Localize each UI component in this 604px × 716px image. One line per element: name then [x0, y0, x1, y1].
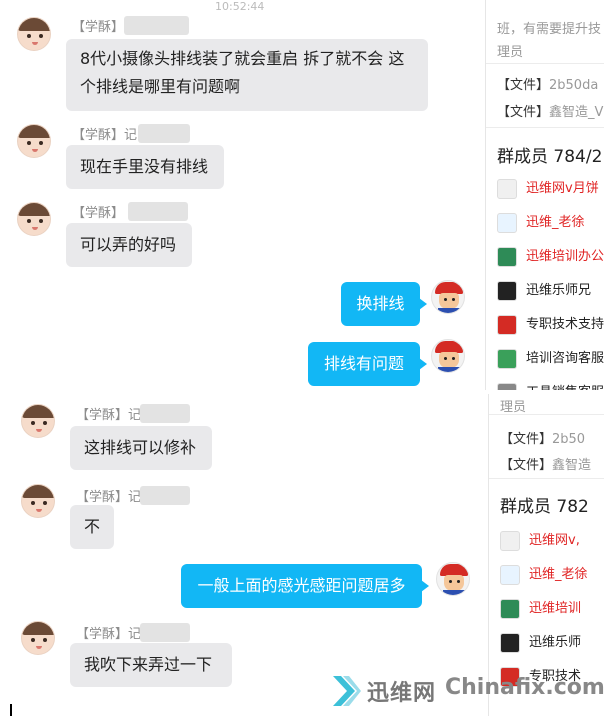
redacted-name	[140, 404, 190, 423]
redacted-name	[124, 16, 189, 35]
redacted-name	[140, 623, 190, 642]
divider	[486, 63, 604, 64]
message-text: 8代小摄像头排线装了就会重启 拆了就不会 这	[80, 49, 405, 68]
message-bubble[interactable]: 8代小摄像头排线装了就会重启 拆了就不会 这 个排线是哪里有问题啊	[66, 39, 428, 111]
file-name: 鑫智造	[552, 458, 592, 473]
member-avatar-icon	[497, 349, 517, 369]
member-name: 迅维_老徐	[529, 567, 588, 582]
member-avatar-icon	[497, 213, 517, 233]
group-notice: 班，有需要提升技	[497, 22, 602, 37]
file-label: 【文件】	[500, 458, 553, 473]
member-avatar-icon	[500, 565, 520, 585]
sender-name: 【学酥】记	[76, 408, 142, 423]
baby-avatar-icon[interactable]	[17, 17, 51, 51]
message-text: 换排线	[356, 294, 405, 313]
group-side-panel: 班，有需要提升技 理员 【文件】2b50da 【文件】鑫智造_V 群成员 784…	[485, 0, 604, 390]
member-avatar-icon	[497, 179, 517, 199]
watermark: 迅维网 Chinafix.com	[327, 671, 604, 713]
baby-avatar-icon[interactable]	[21, 484, 55, 518]
message-bubble[interactable]: 我吹下来弄过一下	[70, 643, 232, 687]
chat-message-area[interactable]: 10:52:44 【学酥】 8代小摄像头排线装了就会重启 拆了就不会 这 个排线…	[0, 0, 485, 390]
member-avatar-icon	[497, 383, 517, 390]
baby-avatar-icon[interactable]	[17, 202, 51, 236]
watermark-brand-cn: 迅维网	[367, 681, 437, 706]
group-members-title[interactable]: 群成员 784/2	[497, 142, 602, 167]
group-members-title[interactable]: 群成员 782	[500, 492, 589, 517]
cartoon-avatar-icon[interactable]	[436, 562, 470, 596]
member-avatar-icon	[500, 531, 520, 551]
member-name: 迅维网v月饼	[526, 181, 599, 196]
chat-screenshot-top: 10:52:44 【学酥】 8代小摄像头排线装了就会重启 拆了就不会 这 个排线…	[0, 0, 604, 390]
file-name: 鑫智造_V	[549, 105, 604, 120]
message-text: 不	[84, 517, 101, 536]
sender-name: 【学酥】	[72, 20, 125, 35]
message-text: 我吹下来弄过一下	[84, 655, 213, 674]
message-text: 可以弄的好吗	[80, 235, 177, 254]
chat-message-area[interactable]: 【学酥】记 这排线可以修补 【学酥】记 不 一般上面的感光感距问题居多 【学酥】…	[0, 394, 485, 716]
cartoon-avatar-icon[interactable]	[431, 339, 465, 373]
file-item[interactable]: 【文件】鑫智造	[500, 454, 591, 473]
status-time: 10:52:44	[215, 0, 265, 13]
group-notice: 理员	[497, 45, 524, 60]
member-avatar-icon	[500, 599, 520, 619]
sender-name: 【学酥】	[72, 206, 125, 221]
member-avatar-icon	[497, 281, 517, 301]
member-avatar-icon	[500, 633, 520, 653]
file-item[interactable]: 【文件】2b50da	[497, 74, 598, 93]
message-bubble-self[interactable]: 一般上面的感光感距问题居多	[181, 564, 429, 608]
divider	[486, 127, 604, 128]
member-avatar-icon	[497, 247, 517, 267]
member-name: 培训咨询客服	[526, 351, 604, 366]
message-bubble[interactable]: 现在手里没有排线	[66, 145, 224, 189]
baby-avatar-icon[interactable]	[21, 404, 55, 438]
member-name: 迅维乐师	[529, 635, 582, 650]
group-side-panel: 理员 【文件】2b50 【文件】鑫智造 群成员 782 迅维网v, 迅维_老徐 迅维…	[488, 394, 604, 716]
member-name: 迅维培训	[529, 601, 582, 616]
file-item[interactable]: 【文件】鑫智造_V	[497, 101, 603, 120]
sender-name: 【学酥】记	[76, 490, 142, 505]
message-text: 排线有问题	[323, 354, 404, 373]
file-name: 2b50da	[549, 78, 599, 93]
redacted-name	[128, 202, 188, 221]
divider	[489, 414, 604, 415]
message-bubble[interactable]: 不	[70, 505, 114, 549]
message-bubble-self[interactable]: 排线有问题	[308, 342, 427, 386]
member-name: 工具销售客服	[526, 383, 604, 390]
file-item[interactable]: 【文件】2b50	[500, 428, 585, 447]
chinafix-logo-icon	[333, 676, 361, 706]
message-bubble[interactable]: 可以弄的好吗	[66, 223, 192, 267]
member-name: 迅维网v,	[529, 533, 580, 548]
text-caret	[10, 704, 12, 716]
message-bubble[interactable]: 这排线可以修补	[70, 426, 212, 470]
file-label: 【文件】	[497, 78, 550, 93]
file-name: 2b50	[552, 432, 586, 447]
group-notice: 理员	[500, 400, 527, 415]
baby-avatar-icon[interactable]	[21, 621, 55, 655]
member-avatar-icon	[497, 315, 517, 335]
sender-name: 【学酥】记	[72, 128, 138, 143]
member-name: 迅维_老徐	[526, 215, 585, 230]
message-text: 现在手里没有排线	[80, 157, 209, 176]
file-label: 【文件】	[497, 105, 550, 120]
message-text: 个排线是哪里有问题啊	[80, 77, 241, 96]
cartoon-avatar-icon[interactable]	[431, 280, 465, 314]
file-label: 【文件】	[500, 432, 553, 447]
member-name: 专职技术支持	[526, 317, 604, 332]
redacted-name	[138, 124, 190, 143]
message-text: 这排线可以修补	[84, 438, 197, 457]
redacted-name	[140, 486, 190, 505]
divider	[489, 478, 604, 479]
member-name: 迅维乐师兄	[526, 283, 592, 298]
message-text: 一般上面的感光感距问题居多	[197, 576, 406, 595]
baby-avatar-icon[interactable]	[17, 124, 51, 158]
chat-screenshot-bottom: 【学酥】记 这排线可以修补 【学酥】记 不 一般上面的感光感距问题居多 【学酥】…	[0, 394, 604, 716]
message-bubble-self[interactable]: 换排线	[341, 282, 427, 326]
member-name: 迅维培训办公	[526, 249, 604, 264]
watermark-brand-en: Chinafix.com	[445, 675, 604, 700]
sender-name: 【学酥】记	[76, 627, 142, 642]
